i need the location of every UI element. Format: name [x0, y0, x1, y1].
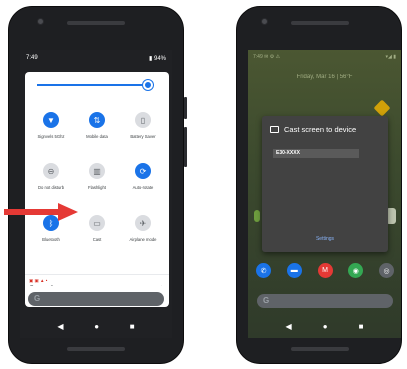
- top-speaker: [291, 21, 349, 25]
- tile-label: Mobile data: [86, 134, 108, 139]
- tile-auto-rotate[interactable]: ⟳ Auto-rotate: [121, 163, 165, 190]
- app-widget-left[interactable]: [254, 210, 260, 222]
- brightness-slider-track[interactable]: [37, 84, 147, 86]
- tile-airplane-mode[interactable]: ✈ Airplane mode: [121, 215, 165, 242]
- front-camera-icon: [37, 18, 44, 25]
- airplane-icon: ✈: [135, 215, 151, 231]
- camera-app-icon[interactable]: ◎: [379, 263, 394, 278]
- brightness-slider-thumb[interactable]: [143, 80, 153, 90]
- status-battery: ▮ 94%: [149, 55, 166, 62]
- chrome-app-icon[interactable]: ◉: [348, 263, 364, 278]
- tile-label: Airplane mode: [129, 237, 157, 242]
- tile-label: Auto-rotate: [132, 185, 154, 190]
- date-weather-label: Friday, Mar 16 | 56°F: [296, 74, 353, 80]
- notification-icons-strip[interactable]: ▣ ▣ ▲ •: [25, 276, 169, 285]
- app-dock: ✆ ▬ M ◉ ◎: [256, 263, 394, 279]
- status-left: 7:49 ✉ ⚙ ⚠: [253, 54, 281, 60]
- bottom-speaker: [291, 347, 349, 351]
- cast-dialog-title: Cast screen to device: [270, 125, 356, 134]
- recents-icon[interactable]: ■: [359, 322, 364, 331]
- cast-icon: [270, 126, 279, 133]
- status-bar: 7:49 ▮ 94%: [20, 50, 172, 66]
- right-screen: 7:49 ✉ ⚙ ⚠ ▾◢ ▮ Friday, Mar 16 | 56°F Ca…: [248, 50, 401, 338]
- mobile-data-icon: ⇅: [89, 112, 105, 128]
- status-time: 7:49: [26, 55, 38, 61]
- front-camera-icon: [261, 18, 268, 25]
- tile-mobile-data[interactable]: ⇅ Mobile data: [75, 112, 119, 139]
- tile-label: Cast: [92, 237, 102, 242]
- recents-icon[interactable]: ■: [130, 322, 135, 331]
- messages-app-icon[interactable]: ▬: [286, 263, 302, 278]
- tile-label: Battery Saver: [130, 134, 156, 139]
- home-icon[interactable]: ●: [94, 322, 99, 331]
- tile-do-not-disturb[interactable]: ⊖ Do not disturb: [29, 163, 73, 190]
- flashlight-icon: ▥: [89, 163, 105, 179]
- wifi-icon: ▼: [43, 112, 59, 128]
- do-not-disturb-icon: ⊖: [43, 163, 59, 179]
- google-g-icon: G: [263, 296, 270, 305]
- cast-dialog: Cast screen to device E30-XXXX Settings: [262, 116, 388, 252]
- tile-label: Flashlight: [88, 185, 106, 190]
- status-right: ▾◢ ▮: [385, 54, 397, 60]
- google-search-bar[interactable]: G: [28, 292, 164, 306]
- back-icon[interactable]: ◀: [286, 322, 292, 331]
- tile-wifi[interactable]: ▼ Signvels 5Ghz: [29, 112, 73, 139]
- tile-label: Bluetooth: [42, 237, 60, 242]
- phone-app-icon[interactable]: ✆: [256, 263, 271, 278]
- top-speaker: [67, 21, 125, 25]
- home-icon[interactable]: ●: [323, 322, 328, 331]
- tile-label: Signvels 5Ghz: [37, 134, 65, 139]
- left-screen: 7:49 ▮ 94% ▼ Signvels 5Ghz ⇅ Mobile data…: [20, 50, 172, 338]
- status-bar: 7:49 ✉ ⚙ ⚠ ▾◢ ▮: [248, 50, 401, 64]
- cast-device-item[interactable]: E30-XXXX: [273, 149, 359, 158]
- tile-flashlight[interactable]: ▥ Flashlight: [75, 163, 119, 190]
- gmail-app-icon[interactable]: M: [317, 263, 333, 278]
- pointer-arrow-icon: [4, 203, 78, 221]
- cast-icon: ▭: [89, 215, 105, 231]
- auto-rotate-icon: ⟳: [135, 163, 151, 179]
- cast-dialog-title-text: Cast screen to device: [284, 125, 357, 134]
- back-icon[interactable]: ◀: [57, 322, 63, 331]
- battery-saver-icon: ▯: [135, 112, 151, 128]
- volume-button: [184, 127, 187, 167]
- cast-settings-button[interactable]: Settings: [262, 236, 388, 242]
- power-button: [184, 97, 187, 119]
- quick-settings-panel: ▼ Signvels 5Ghz ⇅ Mobile data ▯ Battery …: [25, 72, 169, 307]
- bottom-speaker: [67, 347, 125, 351]
- tile-battery-saver[interactable]: ▯ Battery Saver: [121, 112, 165, 139]
- tile-cast[interactable]: ▭ Cast: [75, 215, 119, 242]
- tile-label: Do not disturb: [37, 185, 65, 190]
- navigation-bar: ◀ ● ■: [248, 314, 401, 338]
- google-search-bar[interactable]: G: [257, 294, 393, 308]
- navigation-bar: ◀ ● ■: [20, 314, 172, 338]
- google-g-icon: G: [34, 294, 41, 303]
